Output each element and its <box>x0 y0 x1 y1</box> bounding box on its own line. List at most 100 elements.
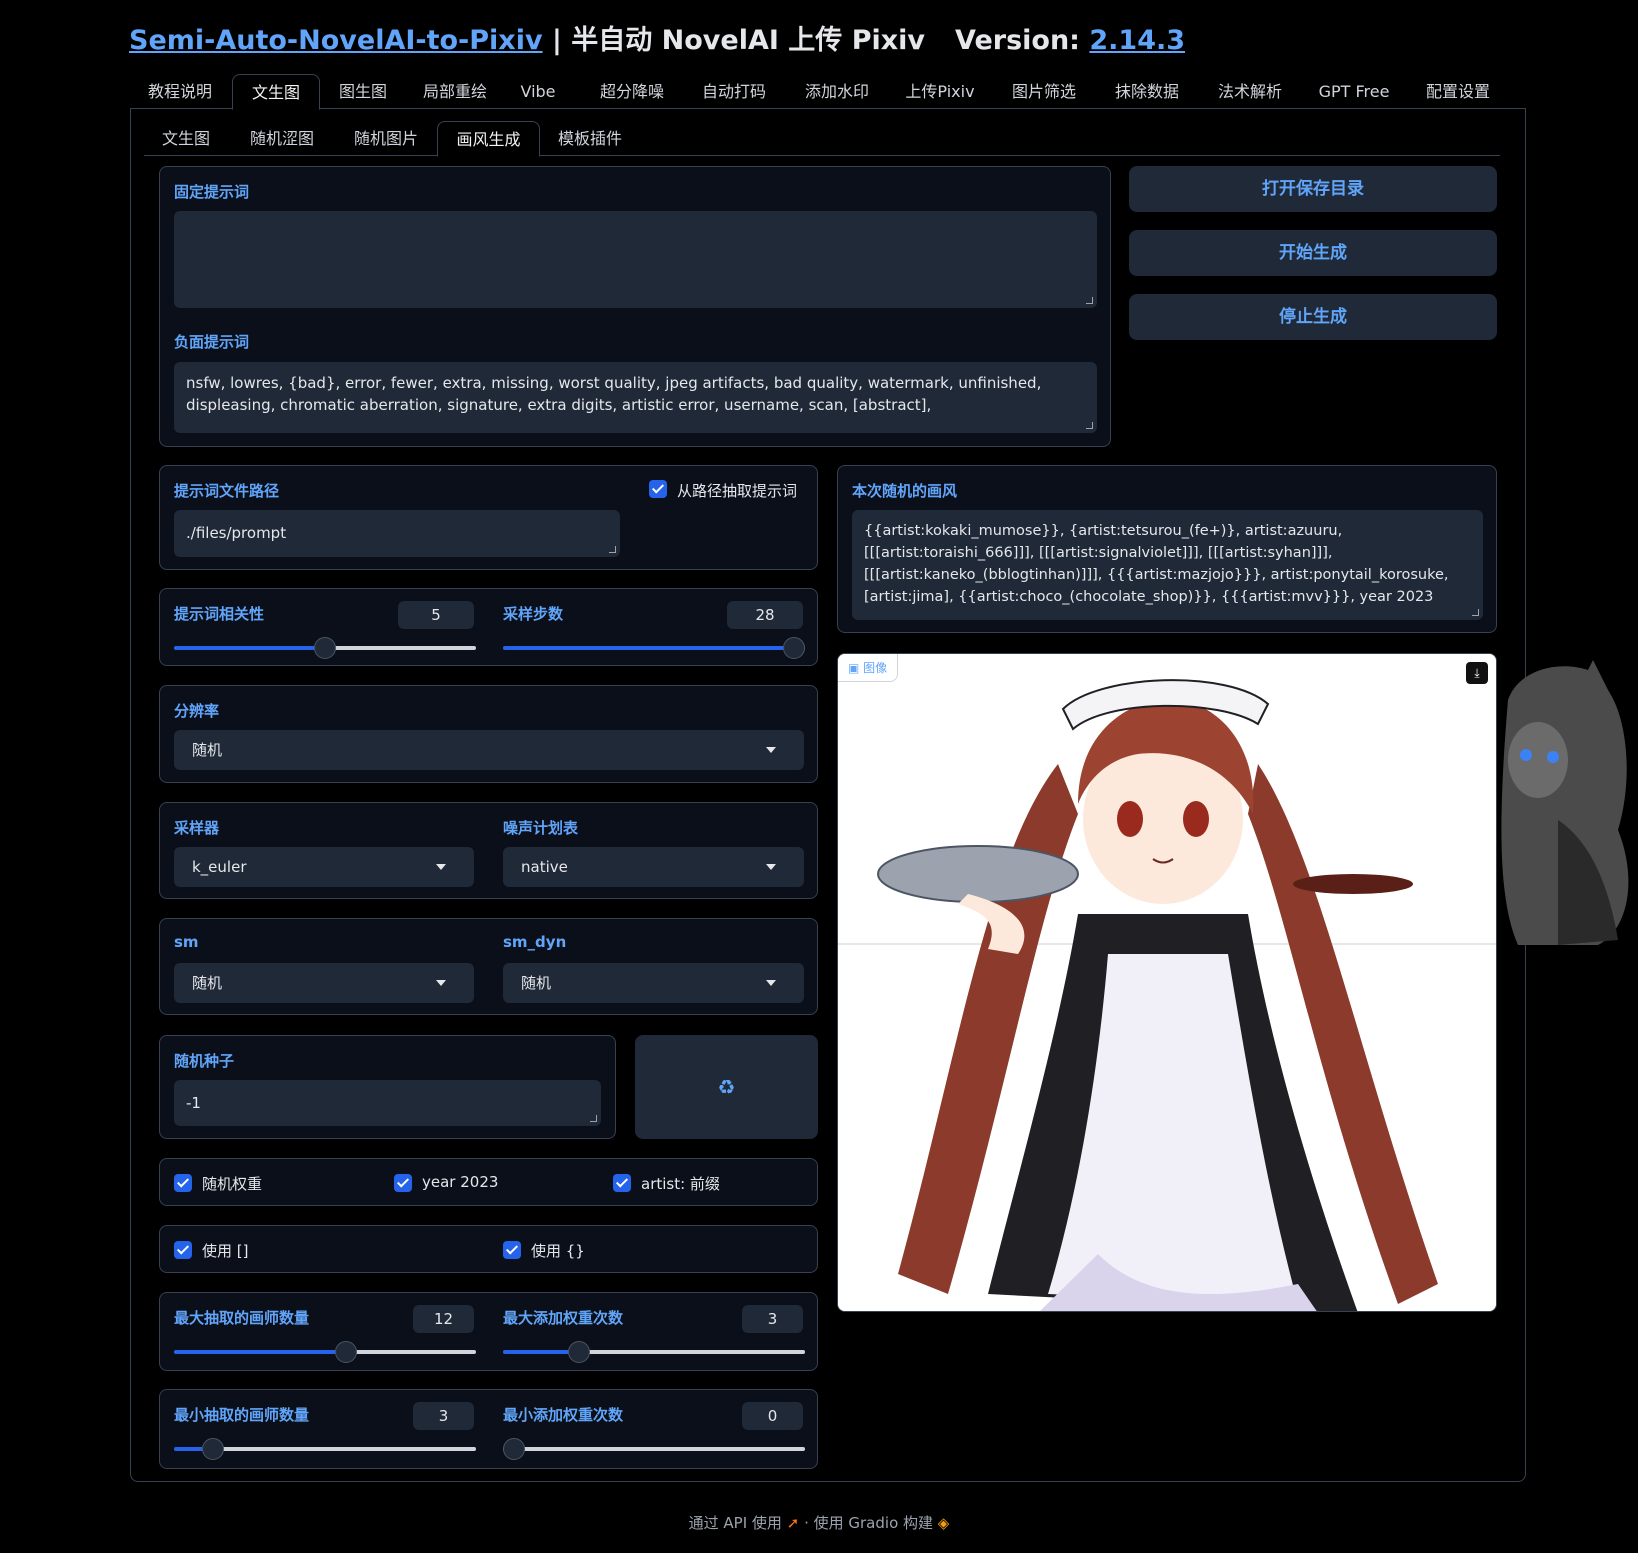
project-link[interactable]: Semi-Auto-NovelAI-to-Pixiv <box>129 25 543 56</box>
extract-prompt-checkbox[interactable] <box>649 480 667 498</box>
tab-spell-parse[interactable]: 法术解析 <box>1204 74 1296 109</box>
background-character-image <box>1501 660 1629 945</box>
footer: 通过 API 使用 ➚ · 使用 Gradio 构建 ◈ <box>688 1514 950 1532</box>
stop-generate-button[interactable]: 停止生成 <box>1129 294 1497 340</box>
sm-label: sm <box>174 933 199 951</box>
gradio-link[interactable]: 使用 Gradio 构建 <box>814 1514 933 1532</box>
subtab-template-plugin[interactable]: 模板插件 <box>544 121 636 156</box>
extract-prompt-label: 从路径抽取提示词 <box>677 482 798 500</box>
use-curly-brackets-checkbox[interactable] <box>503 1241 521 1259</box>
negative-prompt-input[interactable]: nsfw, lowres, {bad}, error, fewer, extra… <box>174 362 1097 433</box>
prompt-file-label: 提示词文件路径 <box>174 482 280 500</box>
open-folder-button[interactable]: 打开保存目录 <box>1129 166 1497 212</box>
tab-settings[interactable]: 配置设置 <box>1412 74 1504 109</box>
image-output[interactable]: ▣ 图像 ⤓ <box>837 653 1497 1312</box>
scale-slider[interactable] <box>174 637 476 659</box>
tab-watermark[interactable]: 添加水印 <box>791 74 883 109</box>
version-link[interactable]: 2.14.3 <box>1089 25 1185 56</box>
random-seed-button[interactable]: ♻ <box>635 1035 818 1139</box>
steps-slider[interactable] <box>503 637 805 659</box>
use-square-brackets-checkbox[interactable] <box>174 1241 192 1259</box>
fixed-prompt-label: 固定提示词 <box>174 183 250 201</box>
chevron-down-icon <box>766 747 776 753</box>
sub-tab-bar: 文生图 随机涩图 随机图片 画风生成 模板插件 <box>144 121 1500 157</box>
subtab-style-generate[interactable]: 画风生成 <box>437 121 540 157</box>
min-settings-block: 最小抽取的画师数量 3 最小添加权重次数 0 <box>159 1389 818 1469</box>
slider-thumb[interactable] <box>335 1341 357 1363</box>
tab-mosaic[interactable]: 自动打码 <box>688 74 780 109</box>
gradio-logo-icon: ◈ <box>937 1514 950 1532</box>
generated-image <box>838 654 1496 1311</box>
seed-input[interactable]: -1 <box>174 1080 601 1126</box>
max-weight-number[interactable]: 3 <box>742 1305 803 1333</box>
subtab-txt2img[interactable]: 文生图 <box>146 121 226 156</box>
style-output-label: 本次随机的画风 <box>852 482 958 500</box>
tab-gpt-free[interactable]: GPT Free <box>1308 74 1400 109</box>
chevron-down-icon <box>766 980 776 986</box>
fixed-prompt-input[interactable] <box>174 211 1097 308</box>
recycle-icon: ♻ <box>717 1075 736 1099</box>
api-link[interactable]: 通过 API 使用 <box>689 1514 782 1532</box>
tab-upload-pixiv[interactable]: 上传Pixiv <box>894 74 986 109</box>
min-artists-number[interactable]: 3 <box>413 1402 474 1430</box>
options-row-1: 随机权重 year 2023 artist: 前缀 <box>159 1158 818 1206</box>
steps-number[interactable]: 28 <box>727 601 803 629</box>
resize-handle[interactable] <box>1086 297 1093 304</box>
noise-schedule-dropdown[interactable]: native <box>503 847 804 887</box>
prompt-file-input[interactable]: ./files/prompt <box>174 510 620 557</box>
artist-prefix-checkbox[interactable] <box>613 1174 631 1192</box>
random-weight-checkbox[interactable] <box>174 1174 192 1192</box>
slider-thumb[interactable] <box>568 1341 590 1363</box>
tab-inpaint[interactable]: 局部重绘 <box>410 74 500 109</box>
resolution-dropdown[interactable]: 随机 <box>174 730 804 770</box>
rocket-icon: ➚ <box>786 1514 800 1532</box>
artist-prefix-label: artist: 前缀 <box>641 1175 720 1193</box>
random-weight-label: 随机权重 <box>202 1175 263 1193</box>
tab-img2img[interactable]: 图生图 <box>328 74 398 109</box>
slider-thumb[interactable] <box>783 637 805 659</box>
options-row-2: 使用 [] 使用 {} <box>159 1225 818 1273</box>
tab-tutorial[interactable]: 教程说明 <box>135 74 225 109</box>
noise-schedule-label: 噪声计划表 <box>503 819 579 837</box>
tab-vibe[interactable]: Vibe <box>510 74 566 109</box>
sm-dyn-dropdown[interactable]: 随机 <box>503 963 804 1003</box>
sm-dropdown[interactable]: 随机 <box>174 963 474 1003</box>
min-weight-slider[interactable] <box>503 1438 805 1460</box>
subtab-random-nsfw[interactable]: 随机涩图 <box>236 121 328 156</box>
min-artists-slider[interactable] <box>174 1438 476 1460</box>
start-generate-button[interactable]: 开始生成 <box>1129 230 1497 276</box>
min-artists-label: 最小抽取的画师数量 <box>174 1406 310 1424</box>
image-badge: ▣ 图像 <box>838 654 899 682</box>
slider-thumb[interactable] <box>314 637 336 659</box>
use-square-brackets-label: 使用 [] <box>202 1242 249 1260</box>
style-output-text[interactable]: {{artist:kokaki_mumose}}, {artist:tetsur… <box>852 510 1483 620</box>
scale-label: 提示词相关性 <box>174 605 265 623</box>
image-icon: ▣ <box>848 661 864 675</box>
resize-handle[interactable] <box>1472 609 1479 616</box>
scale-number[interactable]: 5 <box>398 601 474 629</box>
tab-upscale[interactable]: 超分降噪 <box>586 74 678 109</box>
tab-txt2img[interactable]: 文生图 <box>232 74 320 110</box>
tab-erase-data[interactable]: 抹除数据 <box>1101 74 1193 109</box>
max-artists-number[interactable]: 12 <box>413 1305 474 1333</box>
min-weight-number[interactable]: 0 <box>742 1402 803 1430</box>
steps-label: 采样步数 <box>503 605 564 623</box>
max-artists-slider[interactable] <box>174 1341 476 1363</box>
resize-handle[interactable] <box>609 546 616 553</box>
max-weight-slider[interactable] <box>503 1341 805 1363</box>
resize-handle[interactable] <box>590 1115 597 1122</box>
slider-thumb[interactable] <box>503 1438 525 1460</box>
sampler-dropdown[interactable]: k_euler <box>174 847 474 887</box>
top-tab-bar: 教程说明 文生图 图生图 局部重绘 Vibe 超分降噪 自动打码 添加水印 上传… <box>130 74 1526 110</box>
chevron-down-icon <box>436 980 446 986</box>
download-icon[interactable]: ⤓ <box>1466 662 1488 684</box>
max-weight-label: 最大添加权重次数 <box>503 1309 624 1327</box>
tab-image-filter[interactable]: 图片筛选 <box>998 74 1090 109</box>
use-curly-brackets-label: 使用 {} <box>531 1242 585 1260</box>
slider-thumb[interactable] <box>202 1438 224 1460</box>
resize-handle[interactable] <box>1086 422 1093 429</box>
subtab-random-image[interactable]: 随机图片 <box>340 121 432 156</box>
sm-dyn-label: sm_dyn <box>503 933 567 951</box>
year-2023-checkbox[interactable] <box>394 1174 412 1192</box>
prompt-file-block: 提示词文件路径 从路径抽取提示词 ./files/prompt <box>159 465 818 570</box>
